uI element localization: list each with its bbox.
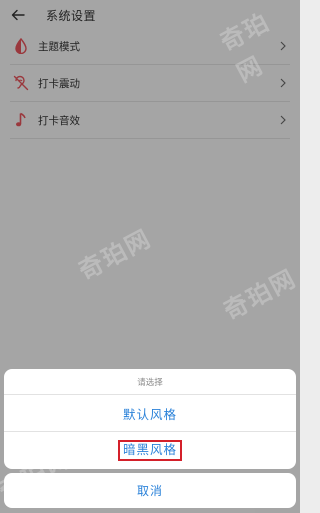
- option-dark-style[interactable]: 暗黑风格: [4, 431, 296, 469]
- option-default-style[interactable]: 默认风格: [4, 394, 296, 431]
- option-label: 暗黑风格: [117, 440, 182, 461]
- sheet-title: 请选择: [137, 377, 163, 388]
- cancel-sheet: 取消: [4, 473, 296, 508]
- action-sheet: 请选择 默认风格 暗黑风格: [4, 369, 296, 469]
- option-label: 默认风格: [122, 406, 177, 422]
- cancel-button[interactable]: 取消: [4, 473, 296, 508]
